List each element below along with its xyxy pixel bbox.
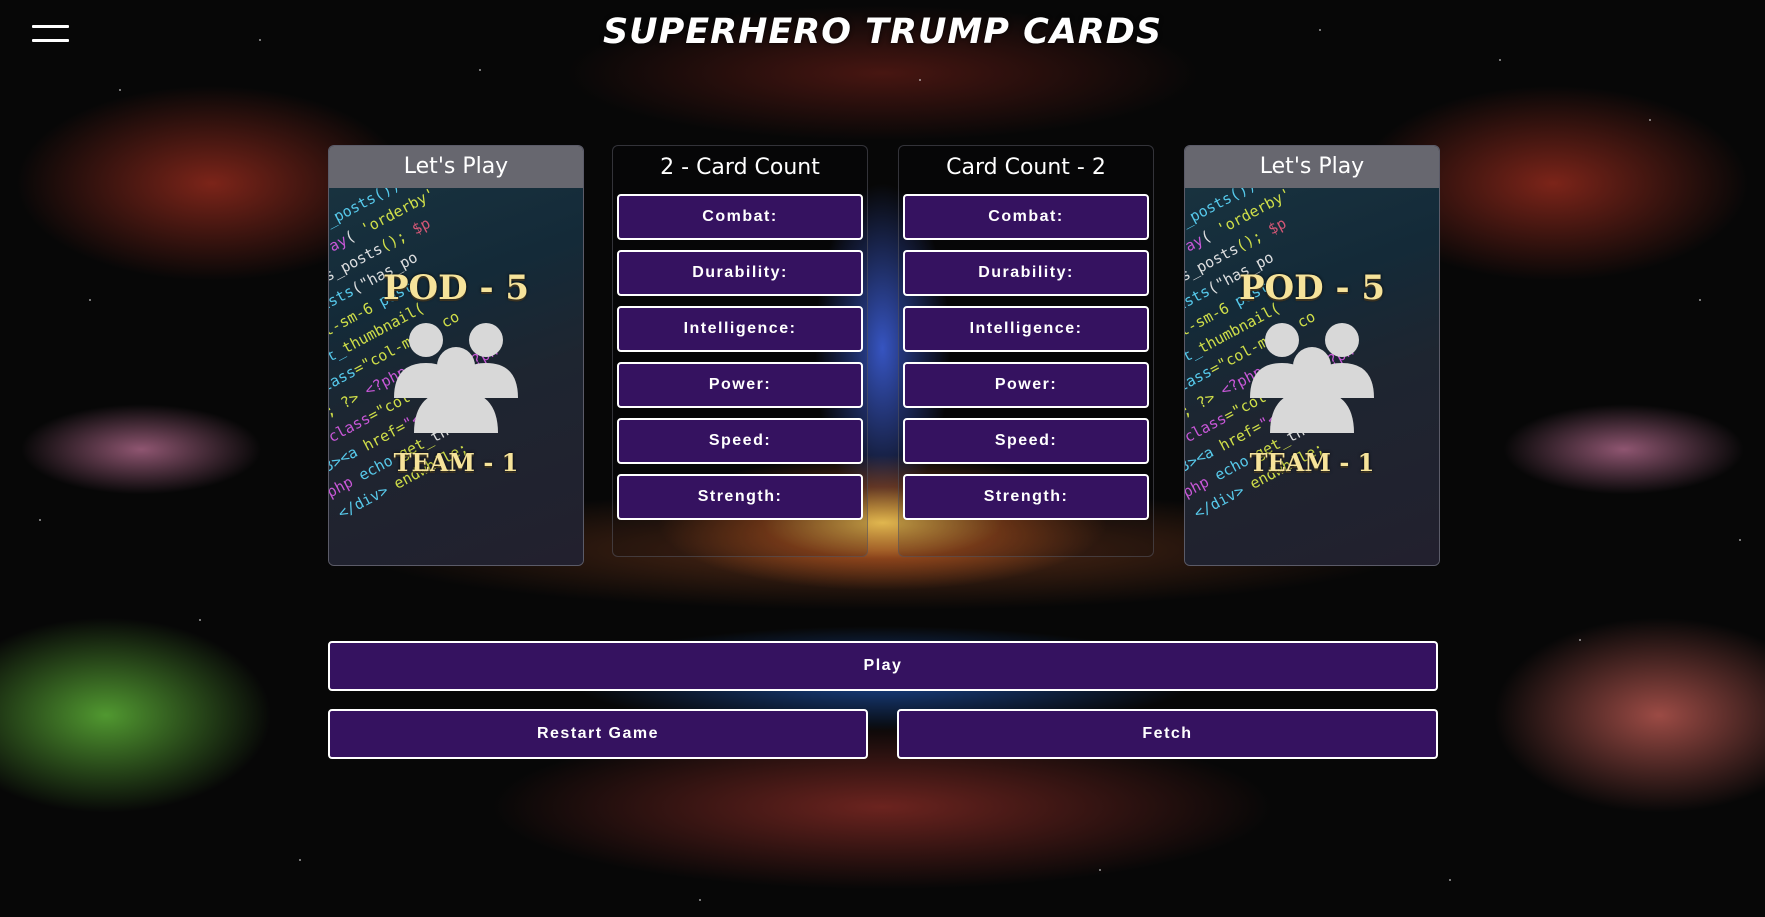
opponent-intelligence-button[interactable]: Intelligence: [903, 306, 1149, 352]
player-power-button[interactable]: Power: [617, 362, 863, 408]
player-card-image: $wp_query->have_posts()) : $pos wp_Query… [329, 188, 583, 565]
player-card-count: 2 - Card Count [660, 155, 820, 180]
opponent-speed-button[interactable]: Speed: [903, 418, 1149, 464]
restart-game-button[interactable]: Restart Game [328, 709, 868, 759]
fetch-button[interactable]: Fetch [897, 709, 1438, 759]
opponent-durability-button[interactable]: Durability: [903, 250, 1149, 296]
team-group-icon [1250, 323, 1374, 433]
player-speed-button[interactable]: Speed: [617, 418, 863, 464]
page-title: SUPERHERO TRUMP CARDS [602, 12, 1163, 52]
opponent-card-count: Card Count - 2 [946, 155, 1106, 180]
opponent-card-header: Let's Play [1185, 146, 1439, 188]
opponent-stats-panel: Card Count - 2 Combat: Durability: Intel… [898, 145, 1154, 557]
opponent-strength-button[interactable]: Strength: [903, 474, 1149, 520]
player-combat-button[interactable]: Combat: [617, 194, 863, 240]
card-image-title: POD - 5 [1238, 268, 1386, 308]
team-group-icon [394, 323, 518, 433]
card-image-subtitle: TEAM - 1 [393, 448, 519, 477]
opponent-card[interactable]: Let's Play $wp_query->have_posts()) : $p… [1184, 145, 1440, 566]
opponent-power-button[interactable]: Power: [903, 362, 1149, 408]
player-card[interactable]: Let's Play $wp_query->have_posts()) : $p… [328, 145, 584, 566]
game-page: SUPERHERO TRUMP CARDS Let's Play $wp_que… [0, 0, 1765, 917]
player-card-header: Let's Play [329, 146, 583, 188]
play-button[interactable]: Play [328, 641, 1438, 691]
card-image-subtitle: TEAM - 1 [1249, 448, 1375, 477]
opponent-card-image: $wp_query->have_posts()) : $pos wp_Query… [1185, 188, 1439, 565]
card-image-title: POD - 5 [382, 268, 530, 308]
player-intelligence-button[interactable]: Intelligence: [617, 306, 863, 352]
starfield-background [39, 29, 1741, 901]
opponent-combat-button[interactable]: Combat: [903, 194, 1149, 240]
player-strength-button[interactable]: Strength: [617, 474, 863, 520]
player-durability-button[interactable]: Durability: [617, 250, 863, 296]
player-stats-panel: 2 - Card Count Combat: Durability: Intel… [612, 145, 868, 557]
